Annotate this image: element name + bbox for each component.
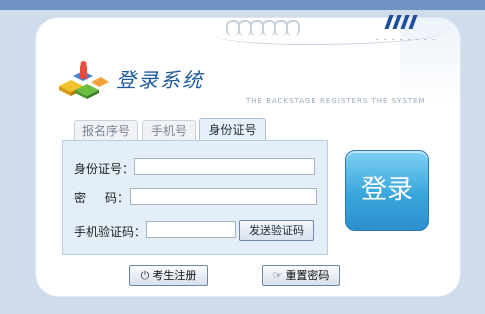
page-subtitle: THE BACKSTAGE REGISTERS THE SYSTEM [246,97,426,105]
sms-code-input[interactable] [146,221,236,238]
password-label-second-part: 码： [105,191,130,205]
power-icon: ⏻ [140,269,150,282]
password-label-first-char: 密 [74,191,87,205]
password-input[interactable] [130,188,317,205]
dots-decoration: - - - - - - - - [376,36,437,43]
reset-password-label: 重置密码 [285,269,330,282]
id-number-label: 身份证号： [74,162,135,176]
register-button[interactable]: ⏻ 考生注册 [129,265,208,286]
logo-icon [59,61,109,99]
page-title: 登录系统 [116,68,204,92]
id-number-input[interactable] [134,158,315,175]
tab-phone-number[interactable]: 手机号 [142,120,196,141]
login-button[interactable]: 登录 [345,150,429,231]
sms-code-label: 手机验证码： [74,225,147,239]
send-code-button[interactable]: 发送验证码 [239,220,314,241]
tab-id-number[interactable]: 身份证号 [199,118,266,141]
tab-registration-number[interactable]: 报名序号 [74,120,138,141]
edit-icon: ☞ [272,269,283,282]
reset-password-button[interactable]: ☞ 重置密码 [262,265,340,286]
top-band [0,0,485,10]
register-button-label: 考生注册 [152,269,197,282]
